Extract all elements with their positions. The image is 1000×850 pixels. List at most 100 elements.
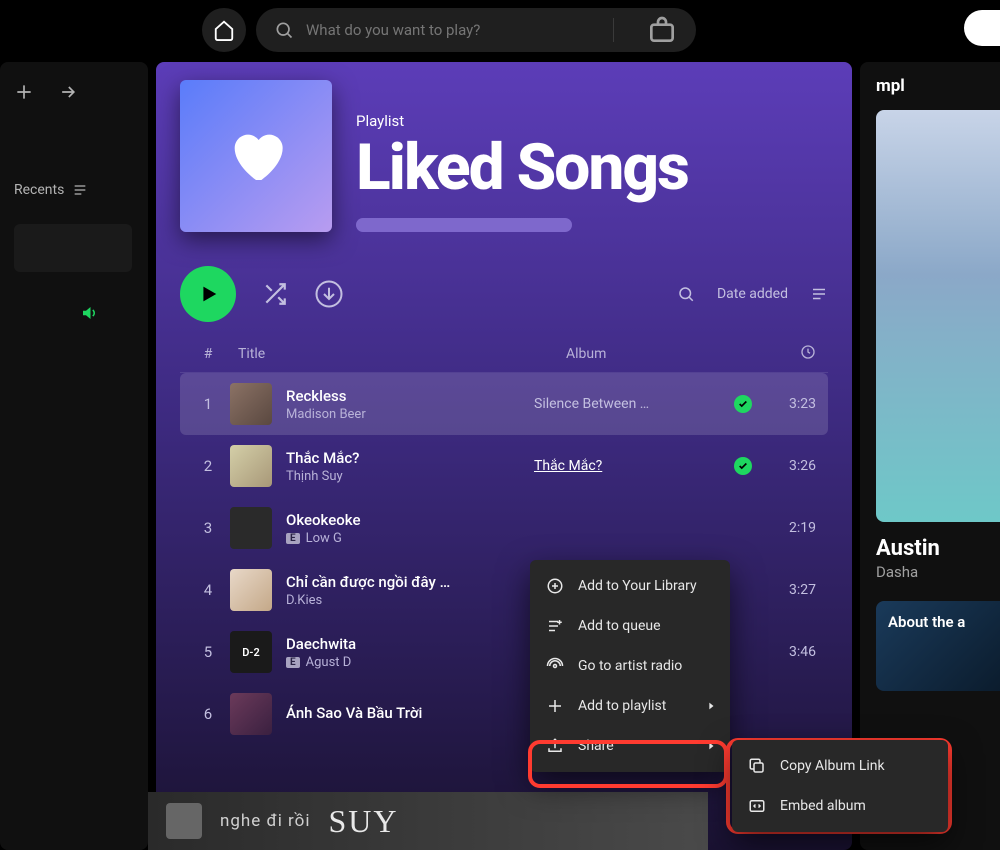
submenu-embed[interactable]: Embed album [738, 786, 942, 826]
check-icon [734, 395, 752, 413]
track-artist: ELow G [286, 531, 361, 546]
track-number: 5 [192, 643, 224, 661]
track-row[interactable]: 5 D-2 Daechwita EAgust D 3:46 [180, 621, 828, 683]
track-row[interactable]: 4 Chỉ cần được ngồi đây … D.Kies 3:27 [180, 559, 828, 621]
playlist-item[interactable] [14, 224, 132, 272]
menu-add-queue[interactable]: Add to queue [536, 606, 724, 646]
menu-label: Share [578, 738, 614, 754]
track-row[interactable]: 2 Thắc Mắc? Thịnh Suy Thắc Mắc? 3:26 [180, 435, 828, 497]
divider [613, 18, 614, 42]
chevron-right-icon [706, 701, 716, 711]
recents-toggle[interactable]: Recents [14, 182, 134, 198]
track-artist: D.Kies [286, 593, 450, 608]
submenu-label: Copy Album Link [780, 758, 885, 774]
banner-logo [166, 803, 202, 839]
menu-label: Add to queue [578, 618, 661, 634]
share-submenu: Copy Album Link Embed album [732, 740, 948, 832]
search-list-icon[interactable] [677, 285, 695, 303]
queue-icon [546, 617, 564, 635]
right-panel-title: mpl [876, 76, 1000, 96]
explicit-badge: E [286, 657, 300, 668]
col-number: # [192, 346, 224, 362]
about-artist-card[interactable]: About the a [876, 601, 1000, 691]
shuffle-button[interactable] [262, 281, 288, 307]
track-duration: 3:27 [766, 582, 816, 598]
copy-icon [748, 757, 766, 775]
banner[interactable]: nghe đi rồi SUY [148, 792, 708, 850]
track-thumb [230, 383, 272, 425]
recents-label: Recents [14, 182, 64, 198]
track-duration: 2:19 [766, 520, 816, 536]
track-duration: 3:26 [766, 458, 816, 474]
download-button[interactable] [314, 279, 344, 309]
track-artist: Thịnh Suy [286, 469, 359, 484]
plus-icon [546, 697, 564, 715]
col-duration [766, 344, 816, 364]
sidebar: Recents [0, 62, 148, 850]
now-playing-song[interactable]: Austin [876, 536, 1000, 561]
track-album[interactable]: Thắc Mắc? [534, 458, 734, 474]
track-artist: EAgust D [286, 655, 356, 670]
view-icon[interactable] [810, 285, 828, 303]
track-duration: 3:23 [766, 396, 816, 412]
track-name: Daechwita [286, 635, 356, 653]
heart-icon [224, 124, 288, 188]
now-playing-artist[interactable]: Dasha [876, 563, 1000, 581]
menu-artist-radio[interactable]: Go to artist radio [536, 646, 724, 686]
radio-icon [546, 657, 564, 675]
menu-share[interactable]: Share [536, 726, 724, 766]
submenu-label: Embed album [780, 798, 866, 814]
context-menu: Add to Your Library Add to queue Go to a… [530, 560, 730, 772]
banner-text1: nghe đi rồi [220, 811, 310, 831]
track-number: 4 [192, 581, 224, 599]
embed-icon [748, 797, 766, 815]
now-playing-art[interactable] [876, 110, 1000, 522]
plus-icon[interactable] [14, 82, 34, 102]
menu-label: Add to playlist [578, 698, 666, 714]
col-album: Album [566, 346, 766, 362]
home-button[interactable] [202, 8, 246, 52]
track-thumb [230, 507, 272, 549]
track-number: 2 [192, 457, 224, 475]
track-name: Ánh Sao Và Bầu Trời [286, 704, 422, 722]
playlist-cover[interactable] [180, 80, 332, 232]
track-number: 3 [192, 519, 224, 537]
submenu-copy-link[interactable]: Copy Album Link [738, 746, 942, 786]
track-thumb [230, 445, 272, 487]
banner-text2: SUY [328, 803, 398, 840]
menu-label: Go to artist radio [578, 658, 682, 674]
track-name: Okeokeoke [286, 511, 361, 529]
menu-add-playlist[interactable]: Add to playlist [536, 686, 724, 726]
profile-button[interactable] [964, 10, 1000, 46]
volume-icon[interactable] [80, 304, 134, 326]
track-list-header: # Title Album [180, 336, 828, 373]
track-duration: 3:46 [766, 644, 816, 660]
track-number: 6 [192, 705, 224, 723]
track-thumb [230, 693, 272, 735]
browse-icon[interactable] [646, 14, 678, 46]
playlist-type: Playlist [356, 112, 688, 130]
track-album[interactable]: Silence Between … [534, 396, 734, 412]
forward-icon[interactable] [58, 82, 78, 102]
track-row[interactable]: 6 Ánh Sao Và Bầu Trời [180, 683, 828, 745]
track-row[interactable]: 1 Reckless Madison Beer Silence Between … [180, 373, 828, 435]
track-name: Thắc Mắc? [286, 449, 359, 467]
sort-button[interactable]: Date added [717, 286, 788, 302]
play-button[interactable] [180, 266, 236, 322]
playlist-owner[interactable] [356, 218, 572, 232]
main-panel: Playlist Liked Songs Date added [156, 62, 852, 850]
search-icon [274, 20, 294, 40]
explicit-badge: E [286, 533, 300, 544]
track-row[interactable]: 3 Okeokeoke ELow G 2:19 [180, 497, 828, 559]
list-icon [72, 182, 88, 198]
track-name: Chỉ cần được ngồi đây … [286, 573, 450, 591]
playlist-title: Liked Songs [356, 136, 688, 200]
track-thumb [230, 569, 272, 611]
track-thumb: D-2 [230, 631, 272, 673]
menu-add-library[interactable]: Add to Your Library [536, 566, 724, 606]
share-icon [546, 737, 564, 755]
now-playing-panel: mpl Austin Dasha About the a [860, 62, 1000, 850]
search-input[interactable] [306, 21, 601, 39]
col-title: Title [224, 346, 566, 362]
search-box[interactable] [256, 8, 696, 52]
